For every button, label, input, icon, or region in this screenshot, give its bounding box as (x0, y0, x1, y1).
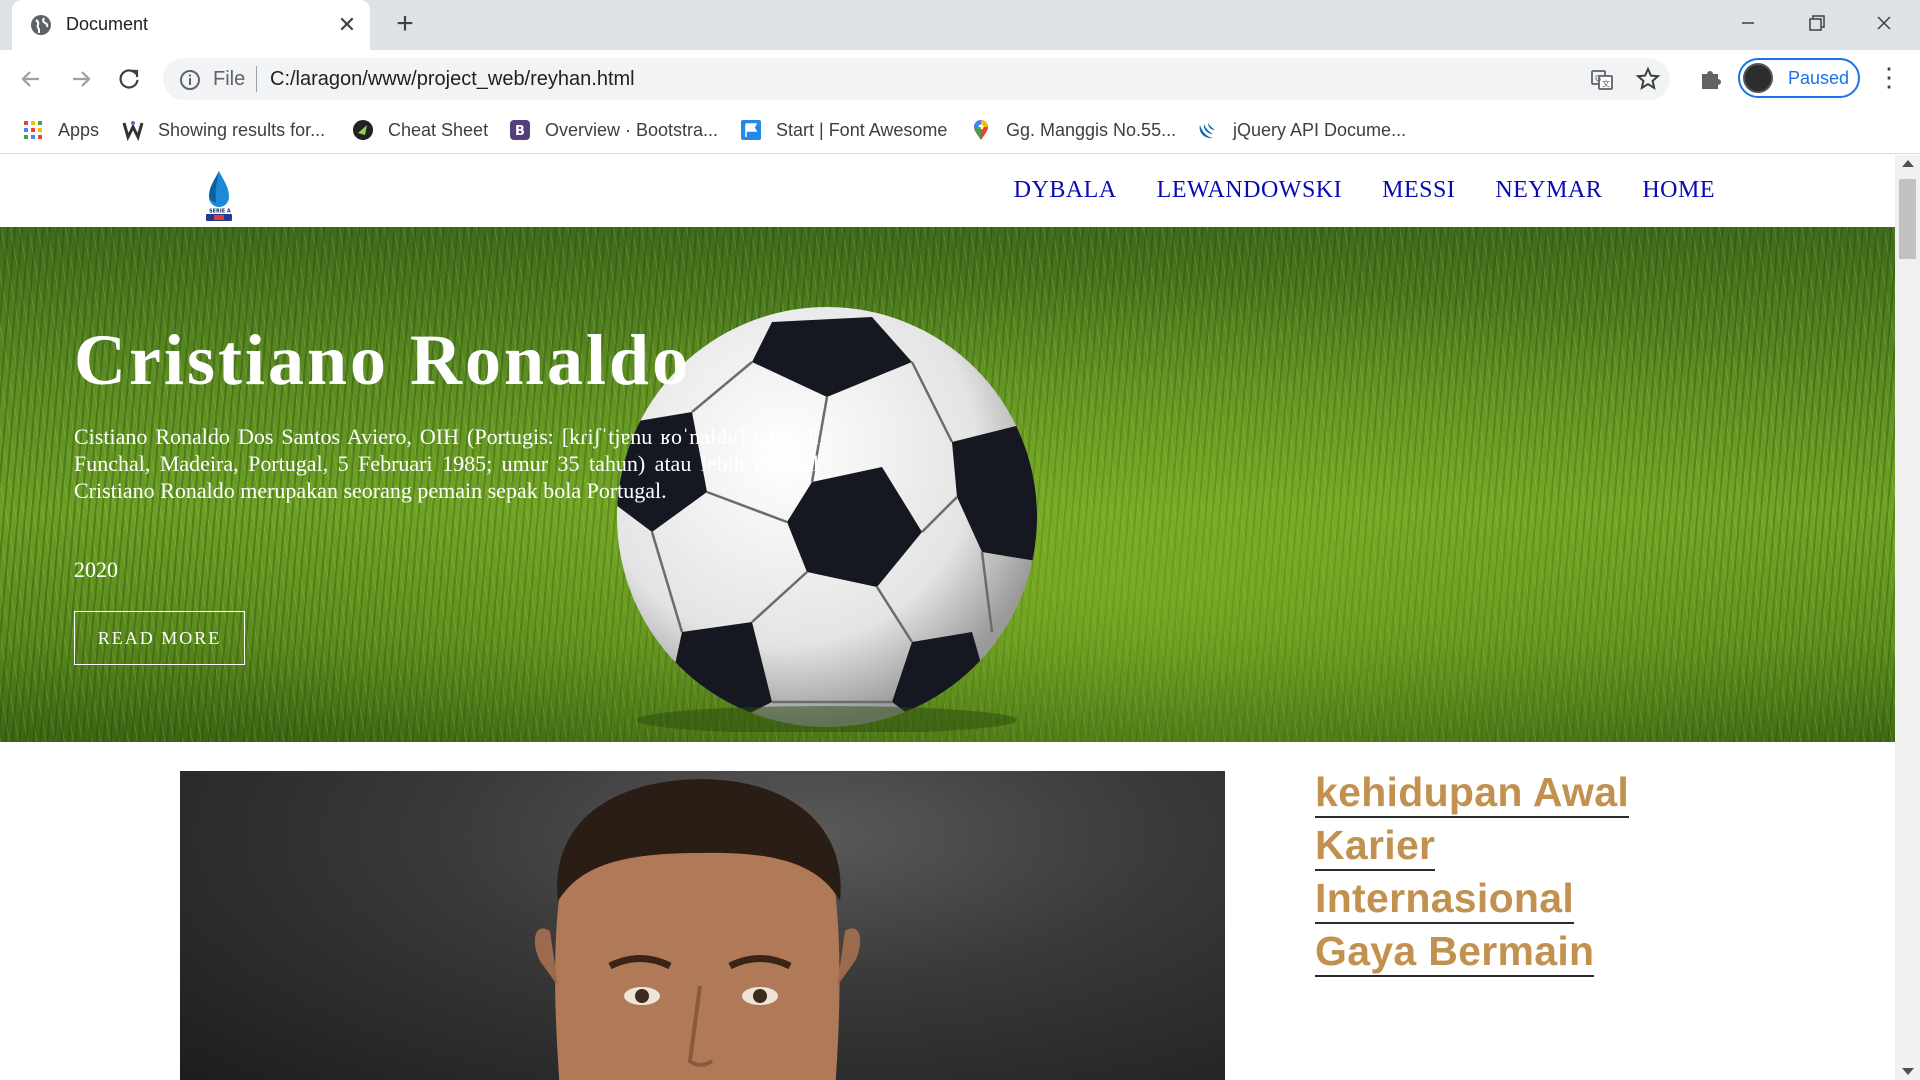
sidebar-link-karier[interactable]: Karier (1315, 822, 1436, 871)
hero-banner: Cristiano Ronaldo Cistiano Ronaldo Dos S… (0, 227, 1895, 742)
bookmark-maps[interactable]: Gg. Manggis No.55... (970, 116, 1176, 144)
nav-link-messi[interactable]: MESSI (1382, 177, 1455, 204)
hero-year: 2020 (74, 557, 118, 582)
svg-text:G: G (1595, 74, 1601, 83)
apps-grid-icon (24, 121, 42, 139)
read-more-button[interactable]: READ MORE (74, 611, 245, 665)
ronaldo-portrait-image (180, 771, 1225, 1080)
sidebar-link-internasional[interactable]: Internasional (1315, 875, 1575, 924)
tab-title: Document (66, 14, 149, 34)
address-bar[interactable]: File C:/laragon/www/project_web/reyhan.h… (163, 58, 1670, 100)
font-awesome-flag-icon (741, 120, 761, 140)
scroll-up-arrow-icon[interactable] (1902, 160, 1914, 167)
nav-link-home[interactable]: HOME (1642, 177, 1715, 204)
browser-menu-icon[interactable]: ⋮ (1876, 64, 1902, 94)
bookmark-label: jQuery API Docume... (1233, 119, 1407, 140)
bookmark-showing-results[interactable]: Showing results for... (122, 116, 325, 144)
url-separator (256, 66, 257, 92)
cheat-sheet-icon (353, 120, 373, 140)
jquery-icon (1199, 123, 1215, 139)
bookmarks-bar: Apps Showing results for... Cheat Sheet … (0, 106, 1920, 154)
bookmark-font-awesome[interactable]: Start | Font Awesome (740, 116, 947, 144)
hero-description: Cistiano Ronaldo Dos Santos Aviero, OIH … (74, 424, 819, 503)
close-tab-icon[interactable]: ✕ (334, 12, 360, 38)
profile-status-label: Paused (1788, 68, 1850, 88)
bookmark-label: Gg. Manggis No.55... (1006, 119, 1177, 140)
extensions-puzzle-icon[interactable] (1697, 65, 1725, 93)
bookmark-label: Apps (58, 119, 100, 140)
avatar (1743, 63, 1773, 93)
back-arrow-icon[interactable] (14, 62, 48, 96)
bookmark-label: Overview · Bootstra... (545, 119, 719, 140)
bookmark-bootstrap[interactable]: B Overview · Bootstra... (509, 116, 718, 144)
bookmark-label: Cheat Sheet (388, 119, 489, 140)
svg-text:SERIE A: SERIE A (209, 209, 231, 215)
bookmark-star-icon[interactable] (1635, 66, 1661, 92)
profile-button[interactable]: Paused (1738, 58, 1860, 98)
browser-toolbar: File C:/laragon/www/project_web/reyhan.h… (0, 50, 1920, 106)
nav-link-lewandowski[interactable]: LEWANDOWSKI (1157, 177, 1342, 204)
nav-link-dybala[interactable]: DYBALA (1014, 177, 1117, 204)
minimize-icon[interactable] (1730, 8, 1766, 38)
window-close-icon[interactable] (1866, 8, 1902, 38)
forward-arrow-icon[interactable] (64, 62, 98, 96)
svg-text:B: B (515, 124, 525, 139)
page-viewport: SERIE A DYBALA LEWANDOWSKI MESSI NEYMAR … (0, 155, 1895, 1080)
hero-title: Cristiano Ronaldo (74, 320, 692, 400)
browser-tab[interactable]: Document ✕ (12, 0, 370, 50)
serie-a-logo[interactable]: SERIE A (200, 169, 238, 223)
svg-text:文: 文 (1602, 79, 1610, 89)
page-scrollbar[interactable] (1895, 155, 1920, 1080)
sidebar-link-gaya-bermain[interactable]: Gaya Bermain (1315, 928, 1595, 977)
tab-strip: Document ✕ + (0, 0, 1920, 50)
w-logo-icon (122, 121, 144, 141)
bookmark-label: Showing results for... (158, 119, 326, 140)
bookmark-apps[interactable]: Apps (22, 116, 99, 144)
sidebar-link-kehidupan-awal[interactable]: kehidupan Awal (1315, 769, 1630, 818)
nav-link-neymar[interactable]: NEYMAR (1495, 177, 1602, 204)
new-tab-button[interactable]: + (390, 9, 420, 40)
portrait-illustration (534, 779, 861, 1080)
url-text[interactable]: C:/laragon/www/project_web/reyhan.html (270, 68, 635, 91)
globe-icon (31, 15, 51, 35)
scrollbar-thumb[interactable] (1899, 179, 1916, 259)
scroll-down-arrow-icon[interactable] (1902, 1068, 1914, 1075)
restore-icon[interactable] (1798, 8, 1834, 38)
maps-pin-icon (974, 120, 988, 140)
info-icon[interactable] (179, 69, 201, 91)
bookmark-label: Start | Font Awesome (776, 119, 948, 140)
bootstrap-icon: B (510, 120, 530, 140)
bookmark-cheat-sheet[interactable]: Cheat Sheet (352, 116, 488, 144)
reload-icon[interactable] (112, 62, 146, 96)
primary-nav: DYBALA LEWANDOWSKI MESSI NEYMAR HOME (1014, 177, 1715, 204)
translate-icon[interactable]: G文 (1590, 68, 1614, 92)
bookmark-jquery[interactable]: jQuery API Docume... (1197, 116, 1406, 144)
site-navbar: SERIE A DYBALA LEWANDOWSKI MESSI NEYMAR … (0, 155, 1895, 227)
url-scheme-label: File (213, 68, 246, 90)
article-sidebar: kehidupan Awal Karier Internasional Gaya… (1315, 769, 1675, 981)
